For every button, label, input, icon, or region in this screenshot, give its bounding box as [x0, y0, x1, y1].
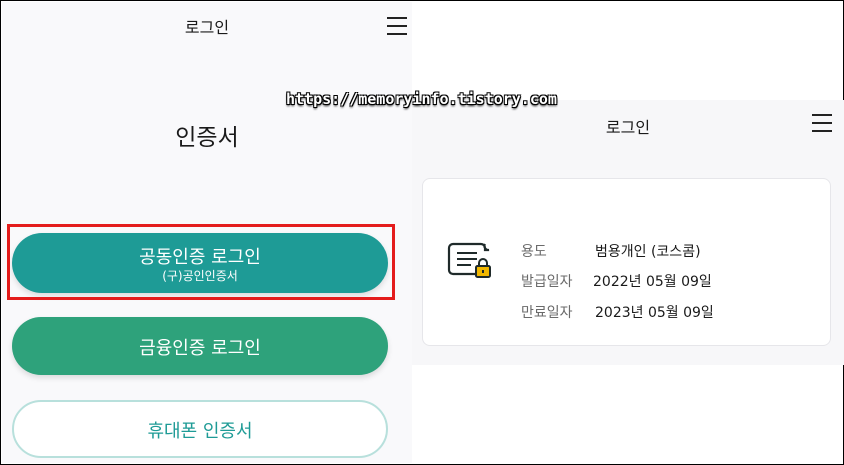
phone-cert-button[interactable]: 휴대폰 인증서 [12, 400, 388, 458]
header-title: 로그인 [184, 18, 230, 37]
certificate-lock-icon [447, 242, 491, 278]
expire-date-value: 2023년 05월 09일 [595, 305, 714, 321]
right-phone-screen: 로그인 용도 범용개인 (코스콤) 발급일자 2022년 05월 09일 만료일… [412, 100, 844, 365]
finance-cert-login-label: 금융인증 로그인 [139, 338, 261, 359]
phone-cert-label: 휴대폰 인증서 [147, 421, 253, 442]
hamburger-menu-icon[interactable] [812, 114, 832, 132]
section-title: 인증서 [175, 125, 239, 151]
usage-value: 범용개인 (코스콤) [595, 244, 701, 260]
highlight-box [7, 224, 395, 300]
expire-date-label: 만료일자 [521, 305, 573, 321]
watermark-url: https://memoryinfo.tistory.com [286, 90, 557, 108]
issue-date-value: 2022년 05월 09일 [593, 274, 712, 290]
header-title: 로그인 [605, 118, 651, 137]
hamburger-menu-icon[interactable] [387, 17, 407, 35]
certificate-card[interactable]: 용도 범용개인 (코스콤) 발급일자 2022년 05월 09일 만료일자 20… [422, 178, 831, 346]
left-phone-screen: 로그인 인증서 공동인증 로그인 (구)공인인증서 금융인증 로그인 휴대폰 인… [2, 2, 412, 463]
usage-label: 용도 [521, 244, 547, 260]
issue-date-label: 발급일자 [521, 274, 573, 290]
finance-cert-login-button[interactable]: 금융인증 로그인 [12, 317, 388, 375]
